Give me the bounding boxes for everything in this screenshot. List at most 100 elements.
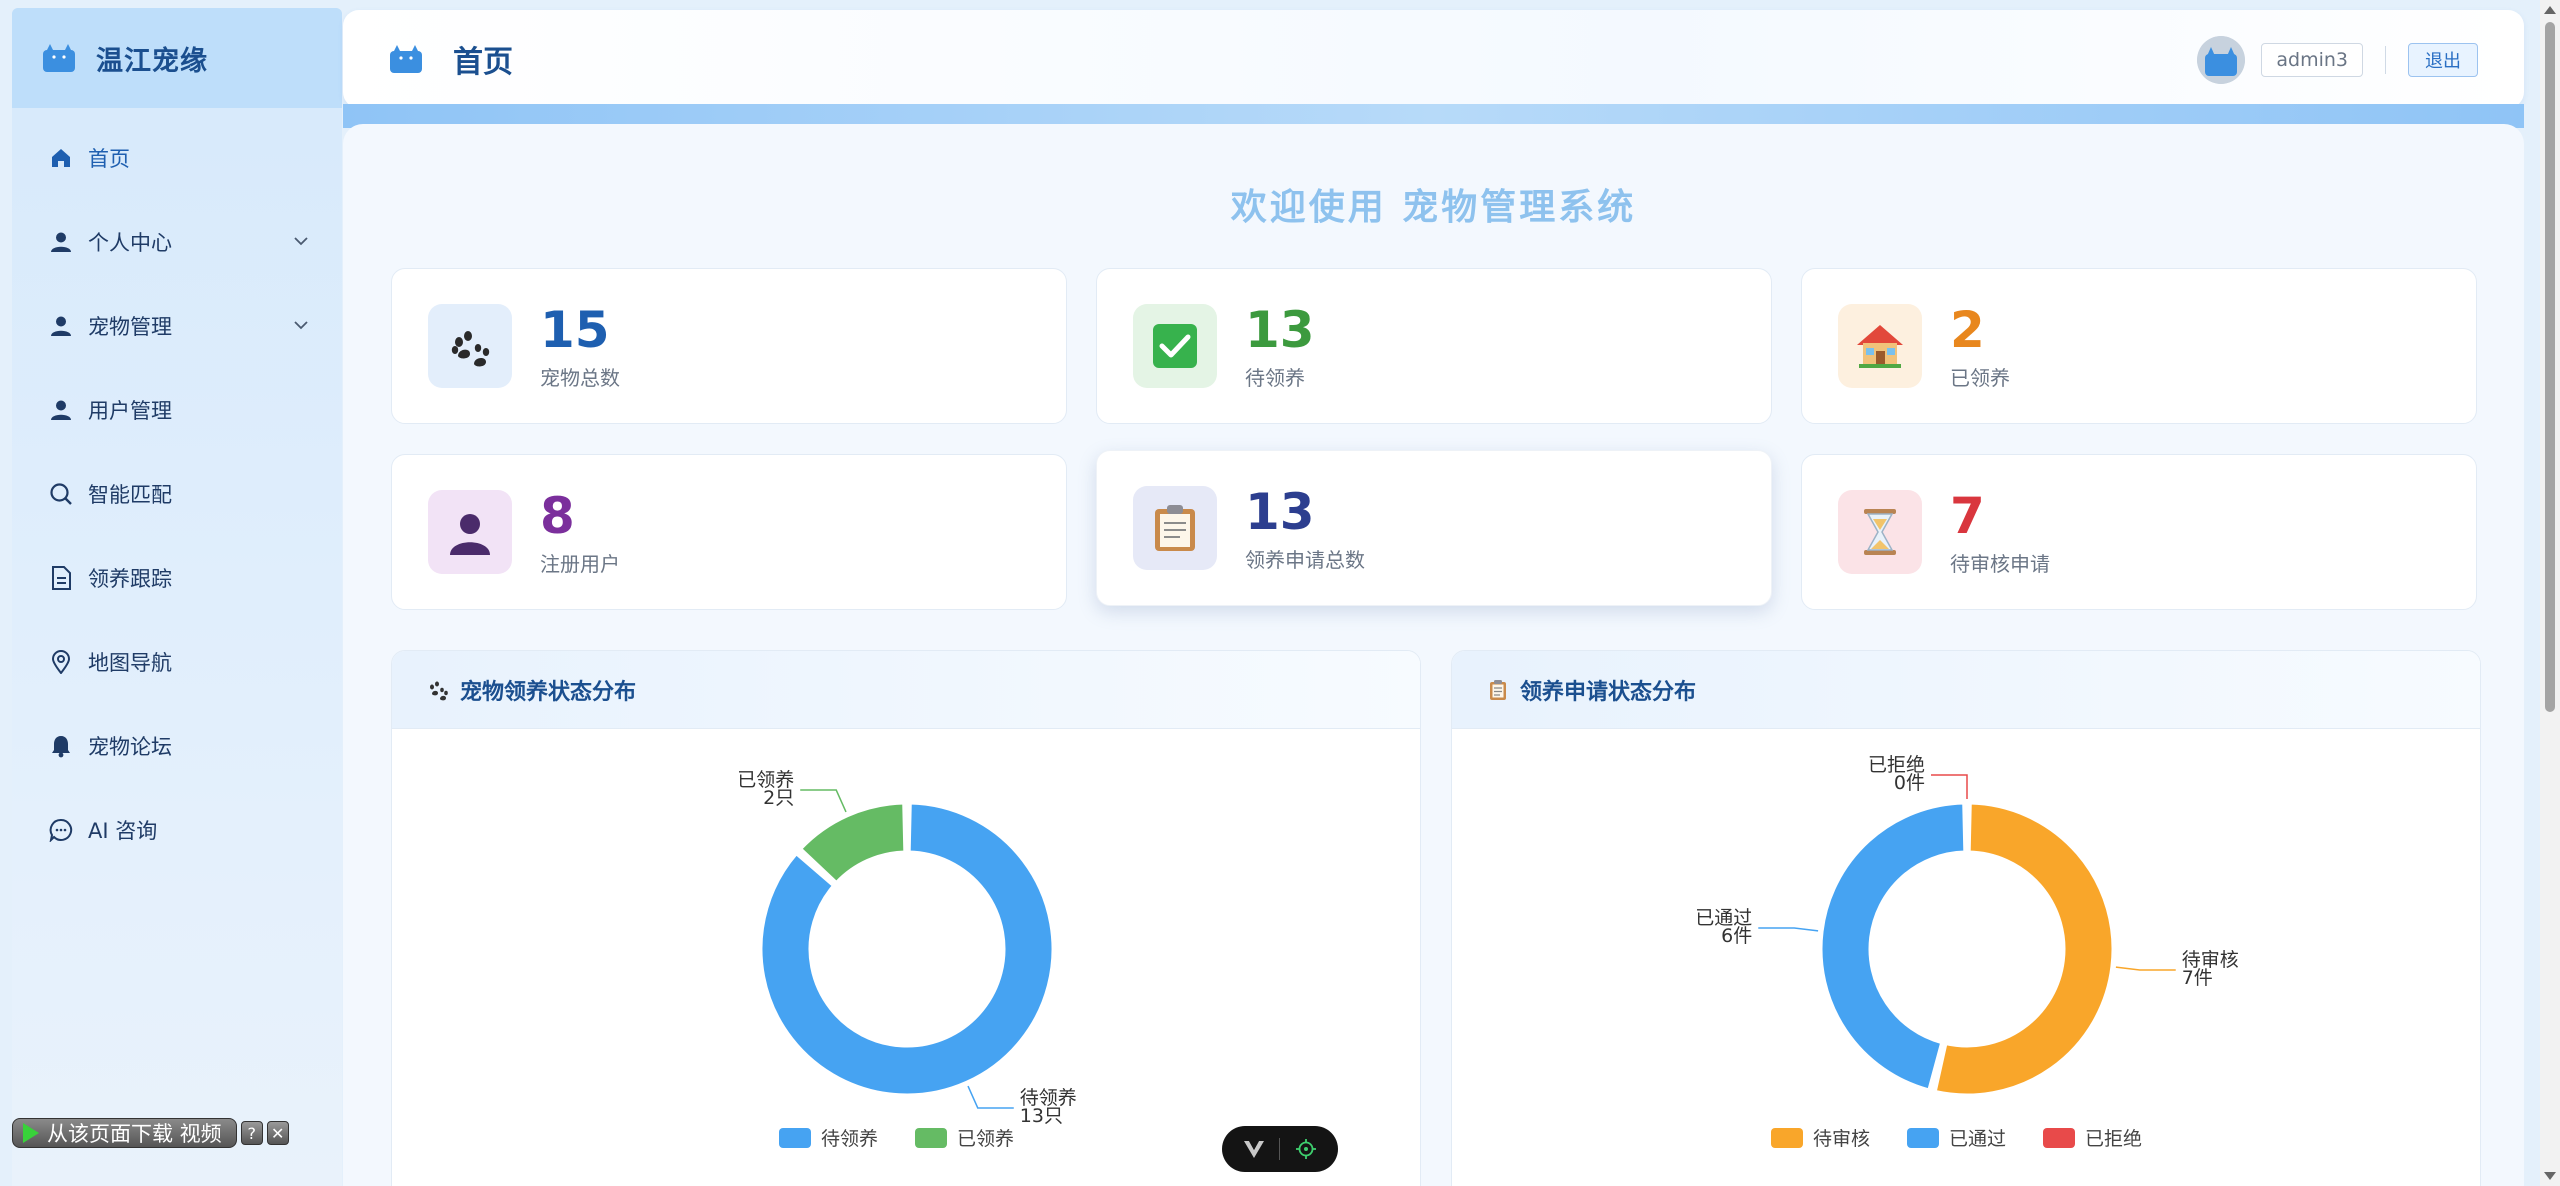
- stat-card-pending-applications[interactable]: 7 待审核申请: [1801, 454, 2477, 610]
- page-scrollbar[interactable]: [2540, 0, 2560, 1186]
- stat-label: 待审核申请: [1950, 551, 2050, 576]
- data-label-value: 0件: [1894, 772, 1925, 794]
- donut-slice-1: [1819, 801, 1967, 1092]
- legend-swatch-0: [1771, 1128, 1803, 1148]
- legend-swatch-2: [2043, 1128, 2075, 1148]
- data-label-value: 2只: [763, 787, 794, 809]
- stat-card-total-pets[interactable]: 15 宠物总数: [391, 268, 1067, 424]
- user-area: admin3 退出: [2197, 36, 2478, 84]
- sidebar-item-home[interactable]: 首页: [12, 116, 342, 200]
- sidebar-menu: 首页 个人中心 宠物管理 用户管理 智能匹配 领养跟踪 地图导航 宠物论坛 AI…: [12, 116, 342, 872]
- sidebar-item-label: 首页: [88, 147, 130, 171]
- close-button[interactable]: ✕: [266, 1121, 289, 1145]
- leader-line-0: [2115, 966, 2176, 971]
- user-icon: [48, 229, 74, 255]
- user-icon: [48, 313, 74, 339]
- download-video-button[interactable]: 从该页面下载 视频: [12, 1118, 237, 1148]
- leader-line-1: [1758, 927, 1819, 932]
- username-field[interactable]: admin3: [2261, 43, 2363, 77]
- welcome-title: 欢迎使用 宠物管理系统: [1230, 187, 1637, 228]
- sidebar-item-ai-consult[interactable]: AI 咨询: [12, 788, 342, 872]
- search-icon: [48, 481, 74, 507]
- logout-button[interactable]: 退出: [2408, 43, 2478, 77]
- legend-label-1: 已领养: [957, 1128, 1014, 1150]
- chevron-down-icon[interactable]: [292, 232, 310, 250]
- header-divider: [2385, 46, 2386, 74]
- data-label-0: 待审核 7件: [2182, 949, 2239, 989]
- data-label-1: 已领养 2只: [737, 769, 794, 809]
- legend-label-0: 待领养: [821, 1128, 878, 1150]
- sidebar-item-pet-management[interactable]: 宠物管理: [12, 284, 342, 368]
- stat-card-total-applications[interactable]: 13 领养申请总数: [1096, 450, 1772, 606]
- hourglass-icon: [1838, 490, 1922, 574]
- map-pin-icon: [48, 649, 74, 675]
- legend-swatch-0: [779, 1128, 811, 1148]
- sidebar-item-label: 用户管理: [88, 399, 172, 423]
- sidebar-item-pet-forum[interactable]: 宠物论坛: [12, 704, 342, 788]
- legend-label-1: 已通过: [1949, 1128, 2006, 1150]
- chart-header: 领养申请状态分布: [1452, 651, 2480, 729]
- video-download-bar: 从该页面下载 视频 ? ✕: [12, 1118, 322, 1148]
- data-label-0: 待领养 13只: [1020, 1087, 1077, 1127]
- stat-value: 15: [540, 300, 610, 359]
- cat-logo-icon: [43, 44, 75, 72]
- sidebar-item-label: 宠物管理: [88, 315, 172, 339]
- clipboard-icon: [1486, 678, 1510, 702]
- legend-label-2: 已拒绝: [2085, 1128, 2142, 1150]
- data-label-2: 已拒绝 0件: [1868, 754, 1925, 794]
- page-title: 首页: [453, 45, 513, 80]
- avatar[interactable]: [2197, 36, 2246, 84]
- bell-icon: [48, 733, 74, 759]
- chevron-down-icon[interactable]: [292, 316, 310, 334]
- scroll-down-arrow-icon[interactable]: [2544, 1172, 2556, 1180]
- scroll-up-arrow-icon[interactable]: [2544, 6, 2556, 14]
- sidebar-item-adoption-tracking[interactable]: 领养跟踪: [12, 536, 342, 620]
- stat-value: 8: [540, 486, 575, 545]
- download-video-label: 从该页面下载 视频: [47, 1122, 222, 1146]
- home-icon: [48, 145, 74, 171]
- legend-swatch-1: [915, 1128, 947, 1148]
- stat-label: 注册用户: [540, 551, 620, 576]
- stat-label: 已领养: [1950, 365, 2010, 390]
- sidebar-item-user-management[interactable]: 用户管理: [12, 368, 342, 452]
- sidebar-item-label: 宠物论坛: [88, 735, 172, 759]
- sidebar-item-smart-match[interactable]: 智能匹配: [12, 452, 342, 536]
- sidebar-item-label: 地图导航: [88, 651, 172, 675]
- chat-icon: [48, 817, 74, 843]
- data-label-value: 7件: [2182, 967, 2213, 989]
- stat-value: 13: [1245, 482, 1315, 541]
- brand[interactable]: 温江宠缘: [12, 8, 342, 108]
- chart-card-pet-status: 宠物领养状态分布 待领养 13只 已领养 2只待领养 已领养: [391, 650, 1421, 1186]
- play-icon: [23, 1123, 39, 1143]
- vue-logo-icon[interactable]: [1243, 1139, 1265, 1159]
- legend-label-0: 待审核: [1813, 1128, 1870, 1150]
- scrollbar-thumb[interactable]: [2545, 22, 2555, 712]
- leader-line-2: [1931, 774, 1968, 799]
- paw-icon: [428, 304, 512, 388]
- top-header: 首页 admin3 退出: [343, 10, 2524, 108]
- chart-title: 领养申请状态分布: [1520, 679, 1697, 705]
- floating-devtools-toolbar: [1222, 1126, 1338, 1172]
- stat-card-registered-users[interactable]: 8 注册用户: [391, 454, 1067, 610]
- stat-value: 13: [1245, 300, 1315, 359]
- person-icon: [428, 490, 512, 574]
- check-icon: [1133, 304, 1217, 388]
- stat-label: 领养申请总数: [1245, 547, 1365, 572]
- leader-line-1: [800, 789, 847, 813]
- stat-value: 7: [1950, 486, 1985, 545]
- sidebar-item-map-navigation[interactable]: 地图导航: [12, 620, 342, 704]
- stat-card-awaiting-adoption[interactable]: 13 待领养: [1096, 268, 1772, 424]
- document-icon: [48, 565, 74, 591]
- data-label-1: 已通过 6件: [1695, 907, 1752, 947]
- sidebar-item-label: 领养跟踪: [88, 567, 172, 591]
- stat-label: 宠物总数: [540, 365, 620, 390]
- stat-card-adopted[interactable]: 2 已领养: [1801, 268, 2477, 424]
- sidebar-item-personal-center[interactable]: 个人中心: [12, 200, 342, 284]
- main-content: 欢迎使用 宠物管理系统 15 宠物总数 13 待领养 2 已领养 8 注册用户 …: [343, 124, 2524, 1186]
- pet-status-donut-chart: 待领养 13只 已领养 2只待领养 已领养: [737, 769, 1077, 1150]
- chart-header: 宠物领养状态分布: [392, 651, 1420, 729]
- application-status-donut-chart: 待审核 7件 已通过 6件 已拒绝 0件待审核 已通过 已拒绝: [1695, 754, 2239, 1150]
- crosshair-icon[interactable]: [1295, 1138, 1317, 1160]
- sidebar-item-label: 个人中心: [88, 231, 172, 255]
- help-button[interactable]: ?: [240, 1121, 263, 1145]
